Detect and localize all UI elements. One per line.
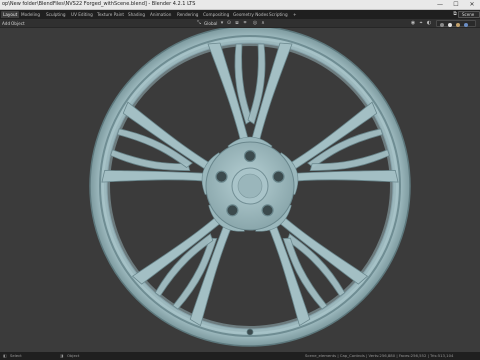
gizmo-icon[interactable]: ⌖ [418, 20, 424, 27]
object-menu[interactable]: Object [11, 20, 25, 27]
tab-shading[interactable]: Shading [126, 11, 147, 18]
mouse-icon: ◧ [3, 353, 7, 358]
window-title: op\New folder\BlendFiles\NVS22 Forged_wi… [2, 1, 196, 7]
blender-window: op\New folder\BlendFiles\NVS22 Forged_wi… [0, 0, 480, 360]
chevron-down-icon: ▾ [220, 20, 224, 26]
tab-animation[interactable]: Animation [148, 11, 173, 18]
shading-mode-group [436, 20, 476, 27]
valve-hole [246, 328, 254, 336]
tab-texture-paint[interactable]: Texture Paint [95, 11, 126, 18]
proportional-edit-icon[interactable]: ◎ [252, 20, 258, 27]
snap-icon[interactable]: ⧈ [234, 20, 240, 27]
status-object-label: Object [67, 353, 80, 358]
tab-rendering[interactable]: Rendering [175, 11, 200, 18]
wheel-render [89, 28, 411, 347]
status-bar: ◧ Select ◨ Object Scene_elements | Cap_C… [0, 352, 480, 360]
tab-layout[interactable]: Layout [1, 11, 20, 18]
pivot-point-icon[interactable]: ⊙ [226, 20, 232, 27]
tab-modeling[interactable]: Modeling [19, 11, 42, 18]
mouse-icon-2: ◨ [60, 353, 64, 358]
viewport-header: Add Object ⤡ Global ▾ ⊙ ⧈ ⌗ ◎ ∧ ◉ ⌖ ◐ [0, 19, 480, 28]
transform-orientation-icon: ⤡ [196, 20, 201, 26]
visibility-icon[interactable]: ◉ [410, 20, 416, 27]
tab-scripting[interactable]: Scripting [267, 11, 290, 18]
title-bar: op\New folder\BlendFiles\NVS22 Forged_wi… [0, 0, 480, 10]
minimize-button[interactable]: — [432, 0, 448, 10]
3d-viewport[interactable] [0, 28, 480, 352]
wireframe-shading-icon[interactable] [440, 23, 444, 27]
snap-target-icon[interactable]: ⌗ [242, 20, 248, 27]
add-menu[interactable]: Add [2, 20, 10, 27]
material-shading-icon[interactable] [456, 23, 460, 27]
falloff-icon[interactable]: ∧ [260, 20, 266, 27]
close-button[interactable]: ✕ [464, 0, 480, 10]
scene-statistics: Scene_elements | Cap_Controls | Verts:25… [305, 353, 454, 358]
tab-geometry-nodes[interactable]: Geometry Nodes [231, 11, 270, 18]
maximize-button[interactable]: ☐ [448, 0, 464, 10]
tab-uv-editing[interactable]: UV Editing [69, 11, 95, 18]
tab-compositing[interactable]: Compositing [201, 11, 231, 18]
workspace-bar: Layout Modeling Sculpting UV Editing Tex… [0, 10, 480, 19]
solid-shading-icon[interactable] [448, 23, 452, 27]
scene-selector[interactable]: Scene [458, 11, 480, 18]
overlay-icon[interactable]: ◐ [426, 20, 432, 27]
rendered-shading-icon[interactable] [464, 23, 468, 27]
transform-orientation-dropdown[interactable]: Global [204, 20, 217, 27]
tab-sculpting[interactable]: Sculpting [44, 11, 68, 18]
add-workspace-button[interactable]: + [291, 11, 299, 18]
status-select-label: Select [10, 353, 22, 358]
